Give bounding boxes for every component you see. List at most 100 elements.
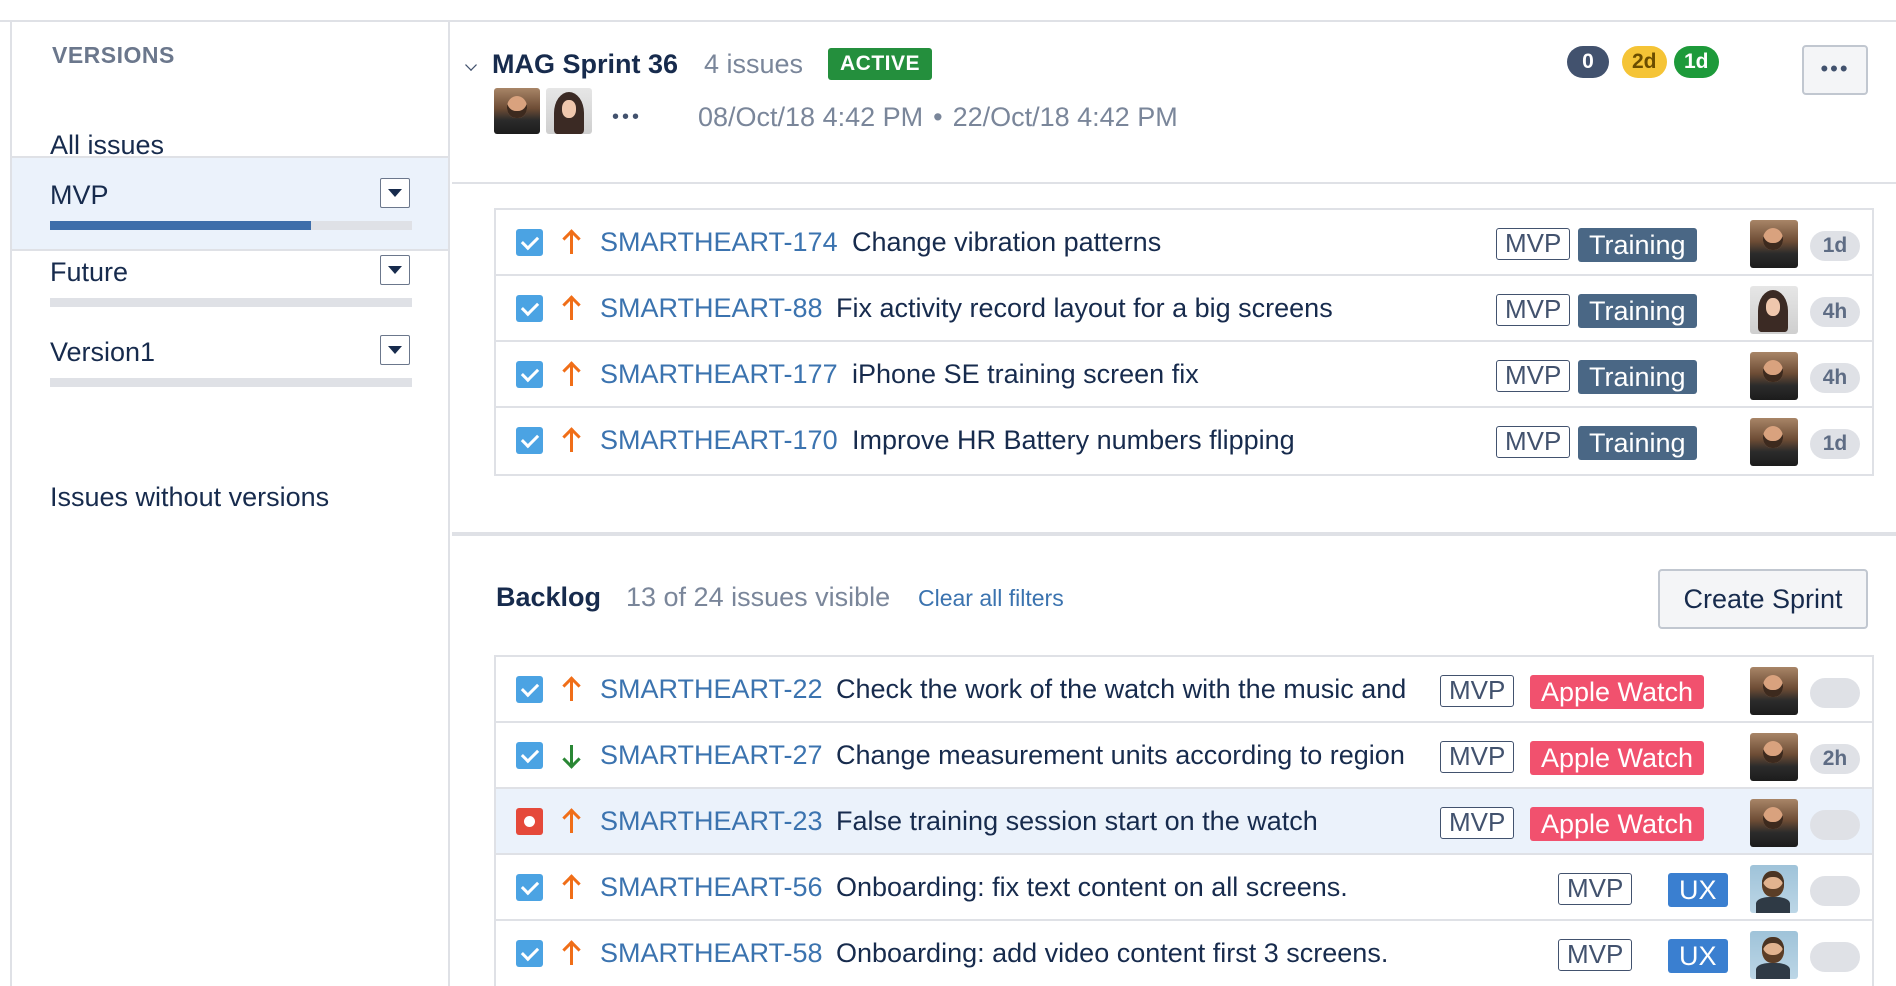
task-type-icon — [516, 742, 543, 769]
issue-key-link[interactable]: SMARTHEART-22 — [600, 674, 823, 705]
issue-summary: Improve HR Battery numbers flipping — [852, 425, 1295, 455]
estimate-badge: 1d — [1810, 231, 1860, 261]
assignee-avatar[interactable] — [1750, 799, 1798, 847]
more-participants-icon[interactable]: ••• — [612, 106, 642, 129]
issue-key-link[interactable]: SMARTHEART-174 — [600, 227, 838, 258]
versions-heading: VERSIONS — [52, 42, 175, 68]
estimate-badge — [1810, 942, 1860, 972]
issue-row[interactable]: SMARTHEART-56 Onboarding: fix text conten… — [496, 855, 1872, 921]
issue-key-link[interactable]: SMARTHEART-170 — [600, 425, 838, 456]
sprint-issue-list: SMARTHEART-174 Change vibration patterns M… — [494, 208, 1874, 476]
epic-lozenge: Training — [1578, 228, 1697, 262]
issue-row[interactable]: SMARTHEART-23 False training session star… — [496, 789, 1872, 855]
sprint-header-divider — [452, 182, 1896, 184]
issue-row[interactable]: SMARTHEART-174 Change vibration patterns M… — [496, 210, 1872, 276]
task-type-icon — [516, 361, 543, 388]
estimate-badge: 2h — [1810, 744, 1860, 774]
sprint-start-date: 08/Oct/18 4:42 PM — [698, 102, 924, 132]
create-sprint-button[interactable]: Create Sprint — [1658, 569, 1868, 629]
epic-lozenge: UX — [1668, 873, 1728, 907]
epic-lozenge: Training — [1578, 360, 1697, 394]
estimate-badge: 4h — [1810, 363, 1860, 393]
epic-lozenge: Apple Watch — [1530, 807, 1705, 841]
issue-key-link[interactable]: SMARTHEART-23 — [600, 806, 823, 837]
assignee-avatar[interactable] — [1750, 733, 1798, 781]
versions-sidebar: VERSIONS All issues MVP Future Version1 … — [12, 22, 450, 986]
issue-row[interactable]: SMARTHEART-27 Change measurement units ac… — [496, 723, 1872, 789]
sprint-name[interactable]: MAG Sprint 36 — [492, 49, 678, 80]
version-lozenge: MVP — [1496, 294, 1571, 326]
sidebar-item-issues-without-versions[interactable]: Issues without versions — [12, 482, 448, 542]
issue-key-link[interactable]: SMARTHEART-88 — [600, 293, 823, 324]
assignee-avatar[interactable] — [1750, 220, 1798, 268]
issue-summary: Onboarding: add video content first 3 sc… — [836, 938, 1389, 968]
issue-summary: iPhone SE training screen fix — [852, 359, 1199, 389]
version-dropdown-icon[interactable] — [380, 255, 410, 285]
version-lozenge: MVP — [1496, 228, 1571, 260]
sidebar-item-all-issues[interactable]: All issues — [12, 102, 448, 162]
done-estimate-badge: 1d — [1674, 46, 1719, 78]
version-lozenge: MVP — [1496, 426, 1571, 458]
issue-key-link[interactable]: SMARTHEART-27 — [600, 740, 823, 771]
version-lozenge: MVP — [1558, 873, 1633, 905]
arrow-up-priority-icon — [564, 294, 578, 322]
version-lozenge: MVP — [1558, 939, 1633, 971]
issue-key-link[interactable]: SMARTHEART-56 — [600, 872, 823, 903]
arrow-up-priority-icon — [564, 228, 578, 256]
sprint-end-date: 22/Oct/18 4:42 PM — [952, 102, 1178, 132]
version-progress-bar — [50, 298, 412, 307]
version-dropdown-icon[interactable] — [380, 178, 410, 208]
participant-avatar[interactable] — [546, 88, 592, 134]
version-lozenge: MVP — [1440, 675, 1515, 707]
epic-lozenge: Training — [1578, 294, 1697, 328]
issue-row[interactable]: SMARTHEART-22 Check the work of the watch… — [496, 657, 1872, 723]
sprint-more-actions-button[interactable] — [1802, 45, 1868, 95]
backlog-issue-list: SMARTHEART-22 Check the work of the watch… — [494, 655, 1874, 986]
date-separator: • — [933, 102, 943, 132]
issue-row[interactable]: SMARTHEART-88 Fix activity record layout … — [496, 276, 1872, 342]
version-progress-bar — [50, 378, 412, 387]
assignee-avatar[interactable] — [1750, 286, 1798, 334]
issue-row[interactable]: SMARTHEART-177 iPhone SE training screen … — [496, 342, 1872, 408]
estimate-badge — [1810, 678, 1860, 708]
issue-row[interactable]: SMARTHEART-58 Onboarding: add video conte… — [496, 921, 1872, 986]
issue-summary: Fix activity record layout for a big scr… — [836, 293, 1333, 323]
issue-summary: Onboarding: fix text content on all scre… — [836, 872, 1348, 902]
issue-key-link[interactable]: SMARTHEART-58 — [600, 938, 823, 969]
assignee-avatar[interactable] — [1750, 418, 1798, 466]
clear-filters-link[interactable]: Clear all filters — [918, 585, 1064, 612]
sprint-status-badge: ACTIVE — [828, 48, 933, 80]
task-type-icon — [516, 295, 543, 322]
arrow-up-priority-icon — [564, 807, 578, 835]
issue-summary: False training session start on the watc… — [836, 806, 1318, 836]
epic-lozenge: Training — [1578, 426, 1697, 460]
sidebar-item-label: Issues without versions — [50, 482, 330, 512]
version-label: MVP — [50, 180, 109, 210]
assignee-avatar[interactable] — [1750, 931, 1798, 979]
assignee-avatar[interactable] — [1750, 352, 1798, 400]
version-lozenge: MVP — [1440, 807, 1515, 839]
epic-lozenge: UX — [1668, 939, 1728, 973]
version-progress-fill — [50, 221, 311, 230]
version-progress-bar — [50, 221, 412, 230]
arrow-down-priority-icon — [564, 741, 578, 769]
estimate-badge: 4h — [1810, 297, 1860, 327]
issue-key-link[interactable]: SMARTHEART-177 — [600, 359, 838, 390]
issue-row[interactable]: SMARTHEART-170 Improve HR Battery numbers… — [496, 408, 1872, 474]
version-label: Version1 — [50, 337, 156, 367]
estimate-badge — [1810, 810, 1860, 840]
sprint-issue-count: 4 issues — [704, 49, 804, 79]
task-type-icon — [516, 874, 543, 901]
assignee-avatar[interactable] — [1750, 865, 1798, 913]
version-label: Future — [50, 257, 129, 287]
task-type-icon — [516, 229, 543, 256]
version-dropdown-icon[interactable] — [380, 335, 410, 365]
participant-avatar[interactable] — [494, 88, 540, 134]
inprogress-estimate-badge: 2d — [1622, 46, 1667, 78]
assignee-avatar[interactable] — [1750, 667, 1798, 715]
estimate-badge: 1d — [1810, 429, 1860, 459]
version-item-version1[interactable]: Version1 — [12, 315, 448, 410]
sprint-backlog-divider — [452, 532, 1896, 536]
backlog-title: Backlog — [496, 582, 602, 612]
chevron-down-icon[interactable] — [465, 59, 477, 71]
